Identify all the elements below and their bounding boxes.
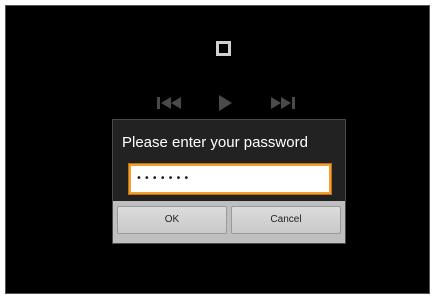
password-input[interactable]: ••••••• — [129, 164, 331, 194]
fast-forward-icon[interactable] — [268, 94, 298, 112]
stop-icon[interactable] — [216, 41, 231, 56]
player-screen: Please enter your password ••••••• OK Ca… — [5, 5, 430, 294]
rewind-icon[interactable] — [154, 94, 184, 112]
ok-button[interactable]: OK — [117, 206, 227, 234]
cancel-button[interactable]: Cancel — [231, 206, 341, 234]
dialog-title: Please enter your password — [122, 134, 308, 151]
password-dialog: Please enter your password ••••••• OK Ca… — [112, 119, 346, 244]
play-icon[interactable] — [214, 94, 236, 112]
dialog-button-bar: OK Cancel — [113, 201, 345, 243]
